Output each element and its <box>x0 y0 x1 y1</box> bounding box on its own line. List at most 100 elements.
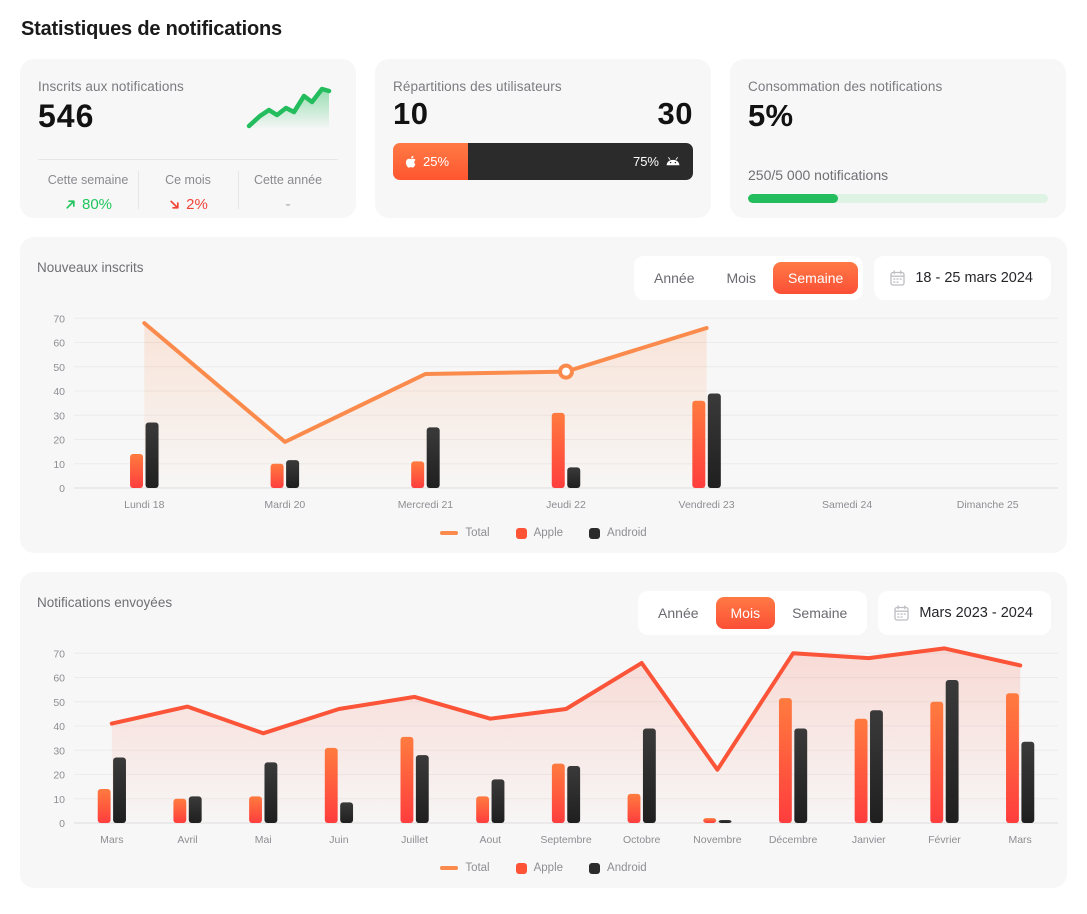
chart-legend-2: Total Apple Android <box>36 862 1051 878</box>
legend-item-apple-2[interactable]: Apple <box>515 862 564 874</box>
trend-this-year-value: - <box>285 196 291 213</box>
svg-text:0: 0 <box>59 818 65 830</box>
legend-swatch-apple-1 <box>515 527 527 539</box>
card-subscribers: Inscrits aux notifications 546 Cette sem… <box>20 59 356 218</box>
trend-this-week-label: Cette semaine <box>47 173 129 187</box>
chart-legend-1: Total Apple Android <box>36 527 1051 543</box>
legend-item-android-2[interactable]: Android <box>589 862 647 874</box>
date-range-picker-2[interactable]: Mars 2023 - 2024 <box>878 591 1051 635</box>
svg-text:50: 50 <box>53 697 65 709</box>
legend-swatch-total-1 <box>440 531 459 535</box>
svg-text:70: 70 <box>53 648 65 660</box>
svg-text:Décembre: Décembre <box>769 834 818 846</box>
trend-this-week: Cette semaine 80% <box>38 167 138 213</box>
legend-label-total-2: Total <box>465 862 490 874</box>
distribution-android-percent: 75% <box>632 154 659 169</box>
trend-this-week-value: 80% <box>81 196 113 213</box>
panel-new-subscribers: Nouveaux inscrits Année Mois Semaine 18 … <box>20 237 1067 714</box>
dashboard-page: Statistiques de notifications Inscrits a… <box>0 0 1087 888</box>
distribution-apple-percent: 25% <box>423 154 450 169</box>
consumption-value: 5% <box>748 98 794 133</box>
date-range-text-1: 18 - 25 mars 2024 <box>915 270 1033 286</box>
tab-annee-2[interactable]: Année <box>643 597 713 629</box>
legend-swatch-total-2 <box>440 866 459 870</box>
svg-text:0: 0 <box>59 483 65 495</box>
legend-label-apple-1: Apple <box>533 527 564 539</box>
quota-text: 250/5 000 notifications <box>748 167 889 183</box>
panel-sent-notifications: Notifications envoyées Année Mois Semain… <box>20 572 1067 888</box>
svg-text:30: 30 <box>53 745 65 757</box>
svg-text:50: 50 <box>53 362 65 374</box>
chart-sent-notifications-svg[interactable]: 0 10 20 30 40 50 60 70 Mars Avril Mai Juin Juillet Ao… <box>36 638 1066 853</box>
panel-sent-notifications-title: Notifications envoyées <box>37 595 173 610</box>
chart-new-subscribers-svg[interactable]: 0 10 20 30 40 50 60 70 Lundi 18 Mardi 20 Mercredi … <box>36 303 1066 518</box>
legend-label-total-1: Total <box>465 527 490 539</box>
trend-this-month-value: 2% <box>186 196 208 213</box>
distribution-values: 10 30 <box>393 96 693 132</box>
svg-text:40: 40 <box>53 386 65 398</box>
legend-swatch-apple-2 <box>515 862 527 874</box>
calendar-icon <box>890 270 905 286</box>
consumption-label: Consommation des notifications <box>748 79 943 94</box>
trend-this-week-value-wrap: 80% <box>38 196 138 213</box>
svg-text:Novembre: Novembre <box>693 834 742 846</box>
distribution-label: Répartitions des utilisateurs <box>393 79 562 94</box>
trend-this-year: Cette année - <box>238 167 338 213</box>
legend-item-total-1[interactable]: Total <box>440 527 490 539</box>
svg-text:30: 30 <box>53 410 65 422</box>
android-icon <box>666 157 680 166</box>
svg-text:Juin: Juin <box>329 834 348 846</box>
legend-label-android-1: Android <box>607 527 647 539</box>
svg-text:40: 40 <box>53 721 65 733</box>
svg-text:Octobre: Octobre <box>623 834 661 846</box>
trend-row: Cette semaine 80% Ce mois 2% Cette année… <box>38 167 338 213</box>
distribution-segment-android: 75% <box>468 143 693 180</box>
svg-text:Mars: Mars <box>1008 834 1031 846</box>
tab-semaine-1[interactable]: Semaine <box>773 262 859 294</box>
svg-text:20: 20 <box>53 435 65 447</box>
svg-text:Mars: Mars <box>100 834 123 846</box>
arrow-down-right-icon <box>170 200 179 209</box>
card-divider <box>38 159 338 160</box>
chart-new-subscribers[interactable]: 0 10 20 30 40 50 60 70 Lundi 18 Mardi 20 Mercredi … <box>36 303 1058 714</box>
sparkline-chart <box>246 86 332 129</box>
svg-text:20: 20 <box>53 770 65 782</box>
period-segmented-control-2: Année Mois Semaine <box>638 591 868 635</box>
date-range-text-2: Mars 2023 - 2024 <box>919 605 1033 621</box>
panel-new-subscribers-title: Nouveaux inscrits <box>37 260 144 275</box>
svg-text:60: 60 <box>53 338 65 350</box>
arrow-up-right-icon <box>66 200 75 209</box>
svg-text:Jeudi 22: Jeudi 22 <box>546 499 586 511</box>
chart-sent-notifications[interactable]: 0 10 20 30 40 50 60 70 Mars Avril Mai Juin Juillet Ao… <box>36 638 1058 878</box>
distribution-right-value: 30 <box>657 96 693 131</box>
svg-text:10: 10 <box>53 459 65 471</box>
svg-text:Avril: Avril <box>177 834 197 846</box>
date-range-picker-1[interactable]: 18 - 25 mars 2024 <box>874 256 1051 300</box>
svg-text:Septembre: Septembre <box>540 834 592 846</box>
svg-text:Mai: Mai <box>255 834 272 846</box>
page-title: Statistiques de notifications <box>21 18 282 40</box>
card-user-distribution: Répartitions des utilisateurs 10 30 25% … <box>375 59 711 218</box>
tab-mois-1[interactable]: Mois <box>711 262 771 294</box>
svg-text:Janvier: Janvier <box>852 834 886 846</box>
legend-label-apple-2: Apple <box>533 862 564 874</box>
legend-item-android-1[interactable]: Android <box>589 527 647 539</box>
svg-text:Dimanche 25: Dimanche 25 <box>957 499 1019 511</box>
quota-progress-fill <box>748 194 838 203</box>
legend-item-total-2[interactable]: Total <box>440 862 490 874</box>
svg-text:Samedi 24: Samedi 24 <box>822 499 872 511</box>
distribution-bar: 25% 75% <box>393 143 693 180</box>
tab-annee-1[interactable]: Année <box>639 262 709 294</box>
trend-this-year-label: Cette année <box>253 173 323 187</box>
svg-text:Juillet: Juillet <box>401 834 428 846</box>
tab-semaine-2[interactable]: Semaine <box>777 597 862 629</box>
legend-swatch-android-2 <box>589 862 601 874</box>
trend-this-month-label: Ce mois <box>165 173 211 187</box>
period-segmented-control-1: Année Mois Semaine <box>634 256 864 300</box>
svg-text:Lundi 18: Lundi 18 <box>124 499 164 511</box>
card-consumption: Consommation des notifications 5% 250/5 … <box>730 59 1066 218</box>
legend-item-apple-1[interactable]: Apple <box>515 527 564 539</box>
svg-text:Vendredi 23: Vendredi 23 <box>679 499 735 511</box>
tab-mois-2[interactable]: Mois <box>715 597 776 629</box>
panel-sent-notifications-header: Notifications envoyées Année Mois Semain… <box>36 588 1051 638</box>
